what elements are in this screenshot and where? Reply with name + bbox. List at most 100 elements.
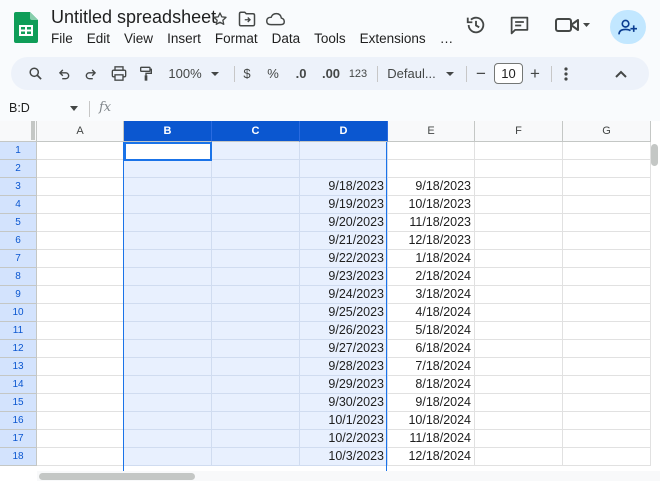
column-header-g[interactable]: G [563,121,651,142]
cell-a14[interactable] [37,376,124,394]
row-header[interactable]: 13 [0,358,37,376]
search-menus-icon[interactable] [25,57,45,90]
menu-data[interactable]: Data [265,31,308,49]
share-button[interactable] [610,10,646,44]
undo-icon[interactable] [54,57,74,90]
column-header-d[interactable]: D [300,121,388,142]
cell-d1[interactable] [300,142,388,160]
cell-f8[interactable] [475,268,563,286]
cell-b14[interactable] [124,376,212,394]
menu-format[interactable]: Format [208,31,265,49]
cell-b11[interactable] [124,322,212,340]
cell-d14[interactable]: 9/29/2023 [300,376,388,394]
cell-g7[interactable] [563,250,651,268]
zoom-select[interactable]: 100% [161,57,227,90]
cell-g6[interactable] [563,232,651,250]
cell-c17[interactable] [212,430,300,448]
cell-e5[interactable]: 11/18/2023 [388,214,475,232]
cell-f2[interactable] [475,160,563,178]
cell-c18[interactable] [212,448,300,466]
row-header[interactable]: 16 [0,412,37,430]
cell-d5[interactable]: 9/20/2023 [300,214,388,232]
sheets-logo-icon[interactable] [14,12,38,43]
cell-a17[interactable] [37,430,124,448]
cell-a18[interactable] [37,448,124,466]
cell-b13[interactable] [124,358,212,376]
cell-g9[interactable] [563,286,651,304]
cell-c9[interactable] [212,286,300,304]
cell-e4[interactable]: 10/18/2023 [388,196,475,214]
cell-g18[interactable] [563,448,651,466]
cell-c10[interactable] [212,304,300,322]
paint-format-icon[interactable] [135,57,157,90]
cell-d18[interactable]: 10/3/2023 [300,448,388,466]
cell-d15[interactable]: 9/30/2023 [300,394,388,412]
select-all-corner[interactable] [0,121,37,142]
cell-a1[interactable] [37,142,124,160]
percent-format-button[interactable]: % [263,57,283,90]
cell-c4[interactable] [212,196,300,214]
menu-more[interactable]: … [433,31,461,49]
cell-f11[interactable] [475,322,563,340]
cell-d17[interactable]: 10/2/2023 [300,430,388,448]
cell-c5[interactable] [212,214,300,232]
cell-g12[interactable] [563,340,651,358]
cell-d3[interactable]: 9/18/2023 [300,178,388,196]
column-header-c[interactable]: C [212,121,300,142]
currency-format-button[interactable]: $ [237,57,257,90]
row-header[interactable]: 15 [0,394,37,412]
cell-c14[interactable] [212,376,300,394]
cell-a10[interactable] [37,304,124,322]
cell-c6[interactable] [212,232,300,250]
cell-c2[interactable] [212,160,300,178]
cell-f5[interactable] [475,214,563,232]
cell-c11[interactable] [212,322,300,340]
comments-icon[interactable] [506,12,532,38]
cell-f10[interactable] [475,304,563,322]
cell-b5[interactable] [124,214,212,232]
cell-e15[interactable]: 9/18/2024 [388,394,475,412]
cell-b18[interactable] [124,448,212,466]
font-size-input[interactable]: 10 [494,63,523,84]
cell-b9[interactable] [124,286,212,304]
row-header[interactable]: 2 [0,160,37,178]
cell-b12[interactable] [124,340,212,358]
number-format-button[interactable]: 123 [345,57,371,90]
cell-e8[interactable]: 2/18/2024 [388,268,475,286]
cell-g10[interactable] [563,304,651,322]
cell-e10[interactable]: 4/18/2024 [388,304,475,322]
cell-a5[interactable] [37,214,124,232]
cell-f4[interactable] [475,196,563,214]
cell-e16[interactable]: 10/18/2024 [388,412,475,430]
cell-c16[interactable] [212,412,300,430]
cell-d12[interactable]: 9/27/2023 [300,340,388,358]
cell-d16[interactable]: 10/1/2023 [300,412,388,430]
cell-c7[interactable] [212,250,300,268]
cell-d8[interactable]: 9/23/2023 [300,268,388,286]
cell-c3[interactable] [212,178,300,196]
cell-a13[interactable] [37,358,124,376]
cell-e12[interactable]: 6/18/2024 [388,340,475,358]
menu-extensions[interactable]: Extensions [353,31,433,49]
cell-d9[interactable]: 9/24/2023 [300,286,388,304]
row-header[interactable]: 7 [0,250,37,268]
cell-g8[interactable] [563,268,651,286]
more-options-icon[interactable] [557,57,575,90]
cell-f6[interactable] [475,232,563,250]
row-header[interactable]: 1 [0,142,37,160]
cell-a4[interactable] [37,196,124,214]
cell-c15[interactable] [212,394,300,412]
cell-a8[interactable] [37,268,124,286]
menu-edit[interactable]: Edit [80,31,117,49]
cell-e13[interactable]: 7/18/2024 [388,358,475,376]
cell-f1[interactable] [475,142,563,160]
row-header[interactable]: 17 [0,430,37,448]
cell-a11[interactable] [37,322,124,340]
cell-f12[interactable] [475,340,563,358]
cell-f18[interactable] [475,448,563,466]
cell-g14[interactable] [563,376,651,394]
cell-g2[interactable] [563,160,651,178]
cell-g15[interactable] [563,394,651,412]
print-icon[interactable] [108,57,130,90]
row-header[interactable]: 10 [0,304,37,322]
